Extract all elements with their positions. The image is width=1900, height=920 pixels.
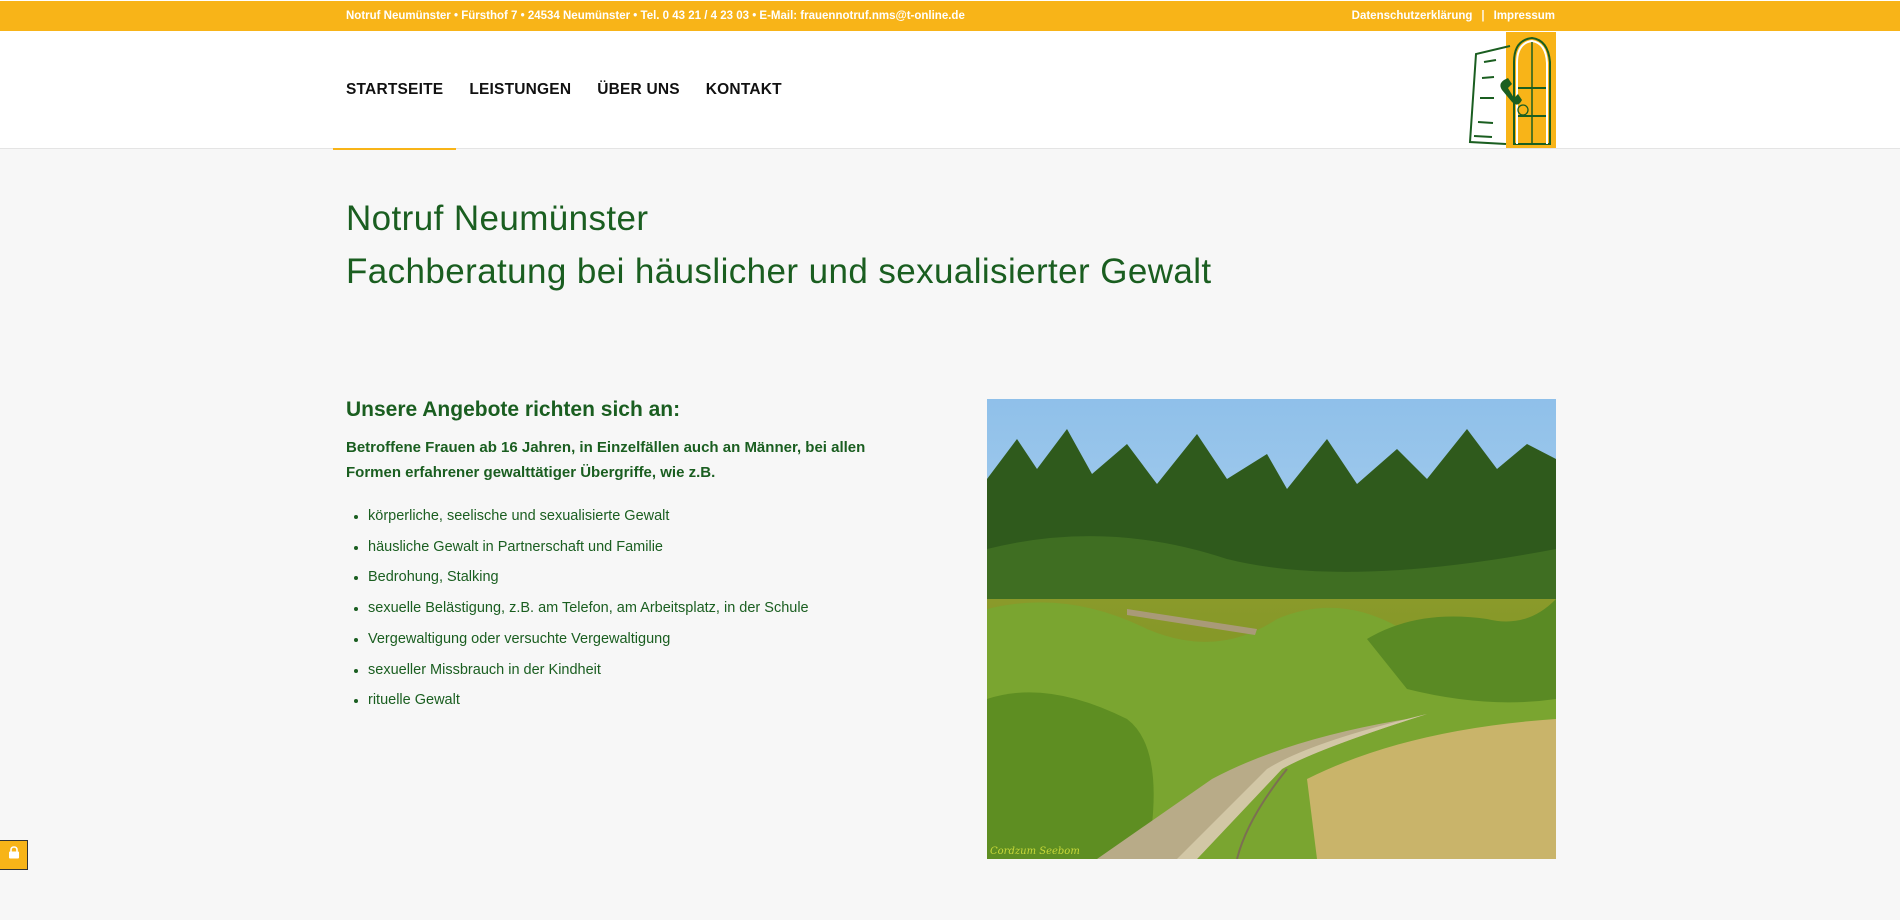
page-title: Notruf Neumünster Fachberatung bei häusl…	[346, 192, 1212, 298]
offers-list: körperliche, seelische und sexualisierte…	[346, 501, 906, 716]
nav-item-kontakt[interactable]: KONTAKT	[693, 31, 795, 149]
list-item: häusliche Gewalt in Partnerschaft und Fa…	[368, 532, 906, 563]
imprint-link[interactable]: Impressum	[1494, 10, 1555, 22]
contact-info: Notruf Neumünster • Fürsthof 7 • 24534 N…	[346, 10, 965, 22]
list-item: Bedrohung, Stalking	[368, 562, 906, 593]
nav-item-startseite[interactable]: STARTSEITE	[333, 31, 457, 150]
offers-section: Unsere Angebote richten sich an: Betroff…	[346, 395, 906, 716]
lock-icon	[8, 846, 20, 864]
photo-credit: Cordzum Seebom	[990, 846, 1080, 857]
main-nav: STARTSEITE LEISTUNGEN ÜBER UNS KONTAKT	[333, 31, 795, 150]
nav-item-ueber-uns[interactable]: ÜBER UNS	[584, 31, 693, 149]
nav-item-leistungen[interactable]: LEISTUNGEN	[456, 31, 584, 149]
list-item: Vergewaltigung oder versuchte Vergewalti…	[368, 624, 906, 655]
offers-intro: Betroffene Frauen ab 16 Jahren, in Einze…	[346, 439, 866, 481]
landscape-photo: Cordzum Seebom	[987, 399, 1556, 859]
list-item: rituelle Gewalt	[368, 685, 906, 716]
top-links: Datenschutzerklärung | Impressum	[1352, 1, 1555, 31]
site-header: STARTSEITE LEISTUNGEN ÜBER UNS KONTAKT	[0, 31, 1900, 150]
page-title-line1: Notruf Neumünster	[346, 199, 649, 238]
list-item: sexueller Missbrauch in der Kindheit	[368, 655, 906, 686]
link-separator: |	[1481, 10, 1485, 22]
privacy-settings-button[interactable]	[0, 840, 28, 870]
top-info-bar: Notruf Neumünster • Fürsthof 7 • 24534 N…	[0, 0, 1900, 31]
page-title-line2: Fachberatung bei häuslicher und sexualis…	[346, 252, 1212, 291]
offers-heading: Unsere Angebote richten sich an:	[346, 398, 681, 421]
list-item: sexuelle Belästigung, z.B. am Telefon, a…	[368, 593, 906, 624]
window-phone-logo-icon[interactable]	[1466, 32, 1556, 148]
privacy-link[interactable]: Datenschutzerklärung	[1352, 10, 1473, 22]
list-item: körperliche, seelische und sexualisierte…	[368, 501, 906, 532]
